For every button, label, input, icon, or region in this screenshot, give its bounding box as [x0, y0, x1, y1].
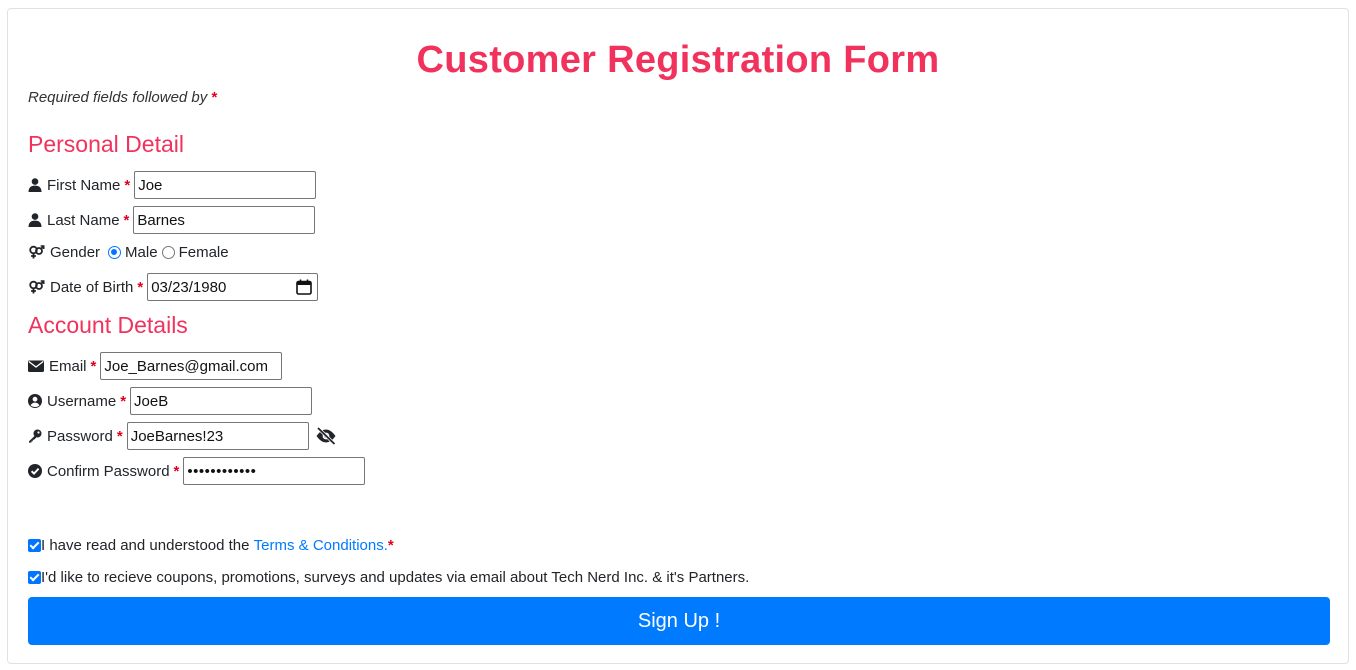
gender-female-label: Female — [178, 243, 229, 261]
terms-checkbox[interactable] — [28, 538, 41, 552]
confirm-password-label: Confirm Password — [47, 462, 170, 480]
email-input[interactable] — [100, 352, 283, 380]
confirm-password-row: Confirm Password * — [28, 456, 366, 486]
required-marker: * — [387, 536, 394, 554]
gender-option-male[interactable]: Male — [108, 244, 158, 261]
username-label: Username — [47, 392, 117, 410]
dob-label: Date of Birth — [50, 278, 134, 296]
user-icon — [28, 178, 42, 192]
envelope-icon — [28, 360, 44, 372]
terms-link[interactable]: Terms & Conditions — [254, 537, 384, 554]
last-name-label: Last Name — [47, 211, 120, 229]
last-name-input[interactable] — [133, 206, 316, 234]
form-title: Customer Registration Form — [416, 39, 940, 81]
password-label: Password — [47, 427, 113, 445]
required-marker: * — [173, 462, 180, 480]
required-note-text: Required fields followed by — [28, 89, 208, 106]
confirm-password-input[interactable] — [183, 457, 366, 485]
account-details-heading: Account Details — [28, 312, 188, 338]
username-input[interactable] — [130, 387, 313, 415]
user-icon — [28, 213, 42, 227]
email-row: Email * — [28, 351, 283, 381]
required-marker: * — [123, 211, 130, 229]
gender-label: Gender — [50, 243, 101, 261]
dob-field — [147, 273, 319, 301]
marketing-row: I'd like to recieve coupons, promotions,… — [28, 566, 749, 588]
username-row: Username * — [28, 386, 313, 416]
terms-row: I have read and understood the Terms & C… — [28, 534, 394, 556]
key-icon — [29, 429, 42, 443]
required-note: Required fields followed by * — [28, 89, 217, 106]
gender-row: Gender Male Female — [28, 237, 229, 267]
gender-male-radio[interactable] — [108, 245, 122, 259]
terms-text: I have read and understood the — [41, 536, 250, 554]
marketing-checkbox[interactable] — [28, 570, 41, 584]
gender-icon — [29, 280, 45, 294]
last-name-row: Last Name * — [28, 205, 316, 235]
dob-row: Date of Birth * — [28, 272, 319, 302]
gender-option-female[interactable]: Female — [161, 243, 229, 261]
password-row: Password * — [28, 421, 337, 451]
gender-icon — [29, 245, 45, 259]
gender-male-label: Male — [125, 243, 158, 261]
required-marker: * — [90, 357, 97, 375]
registration-card: Customer Registration Form Required fiel… — [7, 8, 1349, 664]
required-marker: * — [137, 278, 144, 296]
user-circle-icon — [28, 394, 42, 408]
eye-slash-icon[interactable] — [315, 427, 337, 445]
email-label: Email — [49, 357, 87, 375]
first-name-label: First Name — [47, 176, 121, 194]
password-input[interactable] — [126, 422, 309, 450]
required-marker: * — [116, 427, 123, 445]
check-circle-icon — [28, 464, 42, 478]
required-marker: * — [120, 392, 127, 410]
first-name-input[interactable] — [134, 171, 317, 199]
personal-detail-heading: Personal Detail — [28, 131, 184, 157]
required-marker: * — [211, 89, 218, 106]
gender-female-radio[interactable] — [161, 245, 175, 259]
calendar-icon[interactable] — [296, 279, 313, 295]
required-marker: * — [124, 176, 131, 194]
marketing-text: I'd like to recieve coupons, promotions,… — [41, 568, 750, 586]
sign-up-button[interactable]: Sign Up ! — [28, 597, 1330, 645]
dob-input[interactable] — [147, 273, 319, 301]
first-name-row: First Name * — [28, 170, 317, 200]
